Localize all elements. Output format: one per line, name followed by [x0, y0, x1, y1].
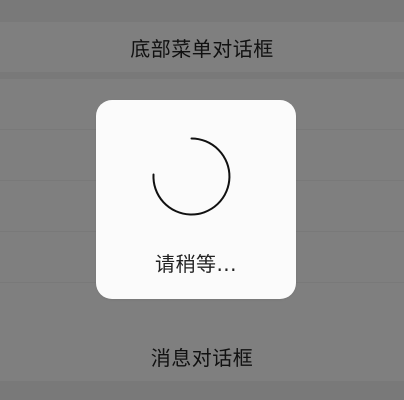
loading-message: 请稍等...: [154, 252, 238, 276]
loading-toast: 请稍等...: [96, 100, 296, 299]
app-screen: 底部菜单对话框 消息对话框 请稍等...: [0, 0, 404, 400]
spinner-icon: [152, 137, 231, 216]
